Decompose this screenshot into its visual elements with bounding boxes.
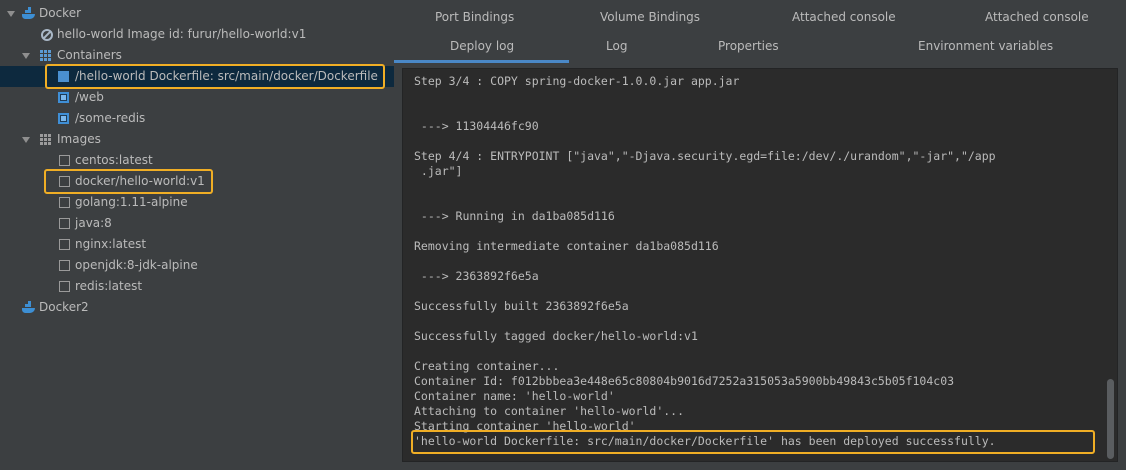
highlight-box (411, 430, 1095, 454)
details-panel: Port Bindings Volume Bindings Attached c… (394, 0, 1126, 470)
tree-node-image-java[interactable]: java:8 (0, 213, 394, 234)
expand-arrow-icon[interactable] (22, 53, 30, 59)
image-icon (59, 197, 70, 208)
docker-services-tree: Docker hello-world Image id: furur/hello… (0, 0, 394, 470)
tree-node-containers[interactable]: Containers (0, 45, 394, 66)
container-icon (58, 92, 69, 103)
tree-node-label: centos:latest (75, 153, 153, 167)
no-entry-icon (41, 29, 53, 41)
tree-node-label: /some-redis (75, 111, 146, 125)
tree-node-label: hello-world Image id: furur/hello-world:… (57, 27, 307, 41)
image-icon (59, 239, 70, 250)
image-icon (59, 218, 70, 229)
tree-node-image-centos[interactable]: centos:latest (0, 150, 394, 171)
tree-node-label: redis:latest (75, 279, 143, 293)
highlight-box (44, 169, 213, 194)
console-line: Container name: 'hello-world' (414, 389, 615, 403)
tree-node-docker2[interactable]: Docker2 (0, 297, 394, 318)
tree-node-label: golang:1.11-alpine (75, 195, 188, 209)
console-line: Successfully tagged docker/hello-world:v… (414, 329, 698, 343)
console-line: ---> Running in da1ba085d116 (414, 209, 615, 223)
console-line: ---> 11304446fc90 (414, 119, 539, 133)
console-scrollbar[interactable] (1107, 379, 1114, 459)
tree-node-image-redis[interactable]: redis:latest (0, 276, 394, 297)
console-line: Attaching to container 'hello-world'... (414, 404, 685, 418)
docker-icon (22, 301, 36, 314)
tree-node-label: java:8 (75, 216, 112, 230)
tree-node-label: openjdk:8-jdk-alpine (75, 258, 198, 272)
console-line: Step 4/4 : ENTRYPOINT ["java","-Djava.se… (414, 149, 996, 163)
images-grid-icon (40, 134, 52, 146)
expand-arrow-icon[interactable] (7, 11, 15, 17)
tree-node-label: Docker (39, 6, 82, 20)
active-tab-indicator (394, 60, 569, 63)
console-line: Step 3/4 : COPY spring-docker-1.0.0.jar … (414, 74, 740, 88)
tree-node-images[interactable]: Images (0, 129, 394, 150)
image-icon (59, 281, 70, 292)
tree-node-label: nginx:latest (75, 237, 147, 251)
console-line: Creating container... (414, 359, 560, 373)
tree-node-label: /web (75, 90, 104, 104)
tree-node-docker[interactable]: Docker (0, 3, 394, 24)
docker-icon (22, 7, 36, 20)
tab-attached-console[interactable]: Attached console (792, 10, 896, 24)
console-line: Removing intermediate container da1ba085… (414, 239, 719, 253)
tree-node-container-web[interactable]: /web (0, 87, 394, 108)
expand-arrow-icon[interactable] (22, 137, 30, 143)
tab-properties[interactable]: Properties (718, 39, 779, 53)
tree-node-image-id[interactable]: hello-world Image id: furur/hello-world:… (0, 24, 394, 45)
tree-node-label: Containers (57, 48, 122, 62)
tree-node-label: Docker2 (39, 300, 89, 314)
deploy-log-console[interactable]: Step 3/4 : COPY spring-docker-1.0.0.jar … (402, 68, 1118, 462)
tab-log[interactable]: Log (606, 39, 627, 53)
tab-deploy-log[interactable]: Deploy log (450, 39, 514, 53)
containers-grid-icon (40, 50, 52, 62)
tree-node-container-some-redis[interactable]: /some-redis (0, 108, 394, 129)
tab-environment-variables[interactable]: Environment variables (918, 39, 1053, 53)
tree-node-label: Images (57, 132, 101, 146)
tree-node-image-golang[interactable]: golang:1.11-alpine (0, 192, 394, 213)
console-line: ---> 2363892f6e5a (414, 269, 539, 283)
highlight-box (45, 64, 385, 89)
tree-node-image-openjdk[interactable]: openjdk:8-jdk-alpine (0, 255, 394, 276)
console-line: Successfully built 2363892f6e5a (414, 299, 629, 313)
tab-volume-bindings[interactable]: Volume Bindings (600, 10, 700, 24)
tree-node-image-nginx[interactable]: nginx:latest (0, 234, 394, 255)
console-line: Container Id: f012bbbea3e448e65c80804b90… (414, 374, 955, 388)
image-icon (59, 260, 70, 271)
tab-attached-console-2[interactable]: Attached console (985, 10, 1089, 24)
tab-port-bindings[interactable]: Port Bindings (435, 10, 514, 24)
container-icon (58, 113, 69, 124)
console-line: .jar"] (414, 164, 463, 178)
image-icon (59, 155, 70, 166)
